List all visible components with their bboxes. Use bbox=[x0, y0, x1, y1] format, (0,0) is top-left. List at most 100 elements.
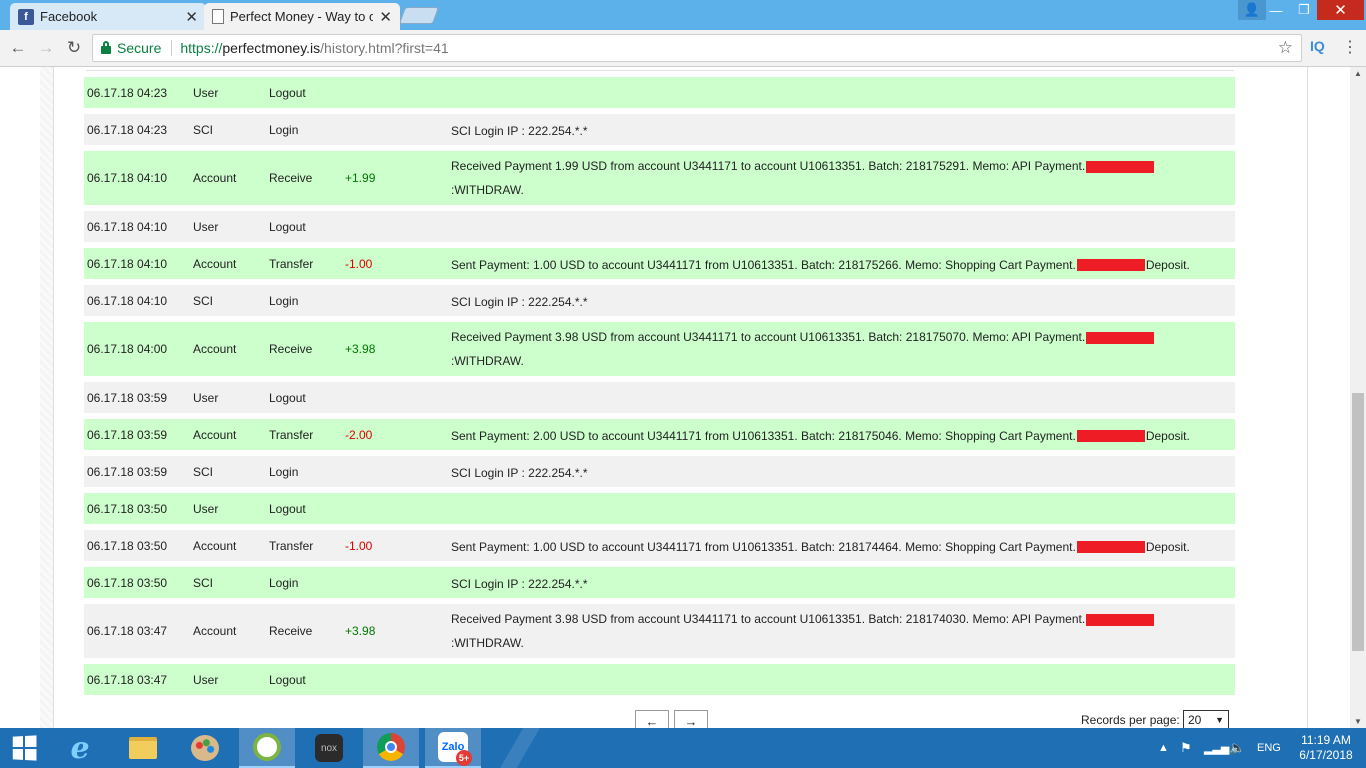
table-row: 06.17.18 03:59 SCI Login SCI Login IP : 222… bbox=[84, 456, 1235, 487]
description-text: SCI Login IP : 222.254.*.* bbox=[451, 577, 588, 591]
row-action: Receive bbox=[269, 342, 313, 356]
description-text-continued: Deposit. bbox=[1145, 258, 1190, 272]
scrollbar-thumb[interactable] bbox=[1352, 393, 1364, 651]
row-action: Logout bbox=[269, 672, 306, 687]
row-date: 06.17.18 03:59 bbox=[87, 390, 168, 405]
facebook-icon: f bbox=[18, 8, 34, 25]
records-per-page-select[interactable]: 20 ▼ bbox=[1183, 710, 1229, 728]
row-action: Logout bbox=[269, 390, 306, 405]
row-description: SCI Login IP : 222.254.*.* bbox=[448, 456, 1235, 487]
page-background bbox=[40, 67, 53, 728]
divider bbox=[86, 70, 1234, 71]
action-center-flag-icon[interactable]: ⚑ bbox=[1180, 728, 1192, 768]
tab-facebook[interactable]: f Facebook ✕ bbox=[10, 3, 206, 30]
row-date: 06.17.18 03:47 bbox=[87, 624, 168, 638]
row-type: Account bbox=[193, 342, 237, 356]
description-text: Received Payment 3.98 USD from account U… bbox=[451, 330, 1086, 344]
row-description: SCI Login IP : 222.254.*.* bbox=[448, 114, 1235, 145]
prev-page-button[interactable]: ← bbox=[635, 710, 669, 728]
show-hidden-icons-icon[interactable]: ▲ bbox=[1158, 728, 1169, 768]
iq-extension-icon[interactable]: IQ bbox=[1310, 38, 1325, 54]
network-icon[interactable]: ▂▃▅ bbox=[1204, 728, 1229, 768]
description-text-continued: :WITHDRAW. bbox=[451, 636, 524, 650]
url-host: perfectmoney.is bbox=[222, 40, 321, 56]
paint-icon[interactable] bbox=[177, 728, 233, 768]
table-row: 06.17.18 03:50 SCI Login SCI Login IP : 222… bbox=[84, 567, 1235, 598]
row-type: SCI bbox=[193, 122, 214, 137]
reload-icon[interactable]: ↻ bbox=[62, 36, 86, 60]
zalo-badge: 5+ bbox=[456, 750, 472, 766]
clock-time: 11:19 AM bbox=[1301, 733, 1351, 747]
chrome-icon[interactable] bbox=[363, 728, 419, 768]
row-description bbox=[448, 493, 1235, 524]
row-action: Logout bbox=[269, 501, 306, 516]
system-clock[interactable]: 11:19 AM 6/17/2018 bbox=[1296, 733, 1356, 763]
table-row: 06.17.18 04:23 User Logout bbox=[84, 77, 1235, 108]
row-type: User bbox=[193, 219, 219, 234]
menu-icon[interactable]: ⋮ bbox=[1342, 37, 1358, 57]
row-description: Sent Payment: 2.00 USD to account U34411… bbox=[448, 419, 1235, 450]
description-text: Sent Payment: 2.00 USD to account U34411… bbox=[451, 429, 1076, 443]
minimize-icon[interactable]: — bbox=[1262, 0, 1290, 20]
internet-explorer-icon[interactable]: e bbox=[52, 728, 108, 768]
row-action: Login bbox=[269, 464, 299, 479]
window-close-icon[interactable]: ✕ bbox=[1317, 0, 1364, 20]
row-amount: +3.98 bbox=[345, 342, 376, 356]
row-action: Logout bbox=[269, 219, 306, 234]
row-date: 06.17.18 03:50 bbox=[87, 538, 168, 553]
redaction-box bbox=[1086, 160, 1155, 173]
description-text: SCI Login IP : 222.254.*.* bbox=[451, 295, 588, 309]
secure-label: Secure bbox=[117, 40, 162, 56]
scroll-up-icon[interactable]: ▲ bbox=[1354, 69, 1362, 78]
row-action: Transfer bbox=[269, 256, 314, 271]
windows-start-icon[interactable] bbox=[0, 728, 48, 768]
close-icon[interactable]: ✕ bbox=[379, 8, 392, 26]
chevron-down-icon: ▼ bbox=[1215, 715, 1224, 725]
tab-perfect-money[interactable]: Perfect Money - Way to o ✕ bbox=[204, 3, 400, 30]
bookmark-star-icon[interactable]: ☆ bbox=[1278, 38, 1293, 58]
description-text: Received Payment 3.98 USD from account U… bbox=[451, 612, 1086, 626]
lock-icon bbox=[101, 41, 111, 54]
file-explorer-icon[interactable] bbox=[115, 728, 171, 768]
volume-icon[interactable]: 🔈 bbox=[1229, 728, 1245, 768]
table-row: 06.17.18 03:59 Account Transfer -2.00 Sent P… bbox=[84, 419, 1235, 450]
divider bbox=[171, 40, 173, 56]
scroll-down-icon[interactable]: ▼ bbox=[1354, 717, 1362, 726]
row-date: 06.17.18 03:50 bbox=[87, 575, 168, 590]
language-indicator[interactable]: ENG bbox=[1257, 728, 1281, 768]
zalo-icon[interactable]: Zalo 5+ bbox=[425, 728, 481, 768]
table-row: 06.17.18 03:59 User Logout bbox=[84, 382, 1235, 413]
row-action: Login bbox=[269, 293, 299, 308]
row-description bbox=[448, 664, 1235, 695]
row-description: Received Payment 1.99 USD from account U… bbox=[448, 151, 1235, 205]
coccoc-icon[interactable] bbox=[239, 728, 295, 768]
restore-icon[interactable]: ❐ bbox=[1290, 0, 1318, 20]
address-bar[interactable]: Secure https:// perfectmoney.is /history… bbox=[92, 34, 1302, 62]
row-type: SCI bbox=[193, 464, 214, 479]
new-tab-button[interactable] bbox=[398, 7, 440, 24]
next-page-button[interactable]: → bbox=[674, 710, 708, 728]
row-date: 06.17.18 04:23 bbox=[87, 85, 168, 100]
row-type: Account bbox=[193, 256, 237, 271]
document-icon bbox=[212, 9, 224, 24]
description-text: SCI Login IP : 222.254.*.* bbox=[451, 124, 588, 138]
forward-icon[interactable]: → bbox=[34, 36, 58, 60]
page-scrollbar[interactable]: ▲ ▼ bbox=[1350, 67, 1366, 728]
row-action: Login bbox=[269, 122, 299, 137]
close-icon[interactable]: ✕ bbox=[185, 8, 198, 26]
description-text-continued: Deposit. bbox=[1145, 540, 1190, 554]
row-date: 06.17.18 04:23 bbox=[87, 122, 168, 137]
description-text-continued: :WITHDRAW. bbox=[451, 354, 524, 368]
row-type: User bbox=[193, 501, 219, 516]
history-table: 06.17.18 04:23 User Logout 06.17.18 04:23 SC… bbox=[84, 77, 1235, 701]
row-date: 06.17.18 04:10 bbox=[87, 256, 168, 271]
redaction-box bbox=[1076, 259, 1145, 271]
row-description bbox=[448, 211, 1235, 242]
description-text: SCI Login IP : 222.254.*.* bbox=[451, 466, 588, 480]
back-icon[interactable]: ← bbox=[6, 36, 30, 60]
row-action: Logout bbox=[269, 85, 306, 100]
row-date: 06.17.18 04:00 bbox=[87, 342, 168, 356]
table-row: 06.17.18 04:10 Account Receive +1.99 Receive… bbox=[84, 151, 1235, 205]
nox-icon[interactable]: nox bbox=[301, 728, 357, 768]
row-description: Received Payment 3.98 USD from account U… bbox=[448, 604, 1235, 658]
